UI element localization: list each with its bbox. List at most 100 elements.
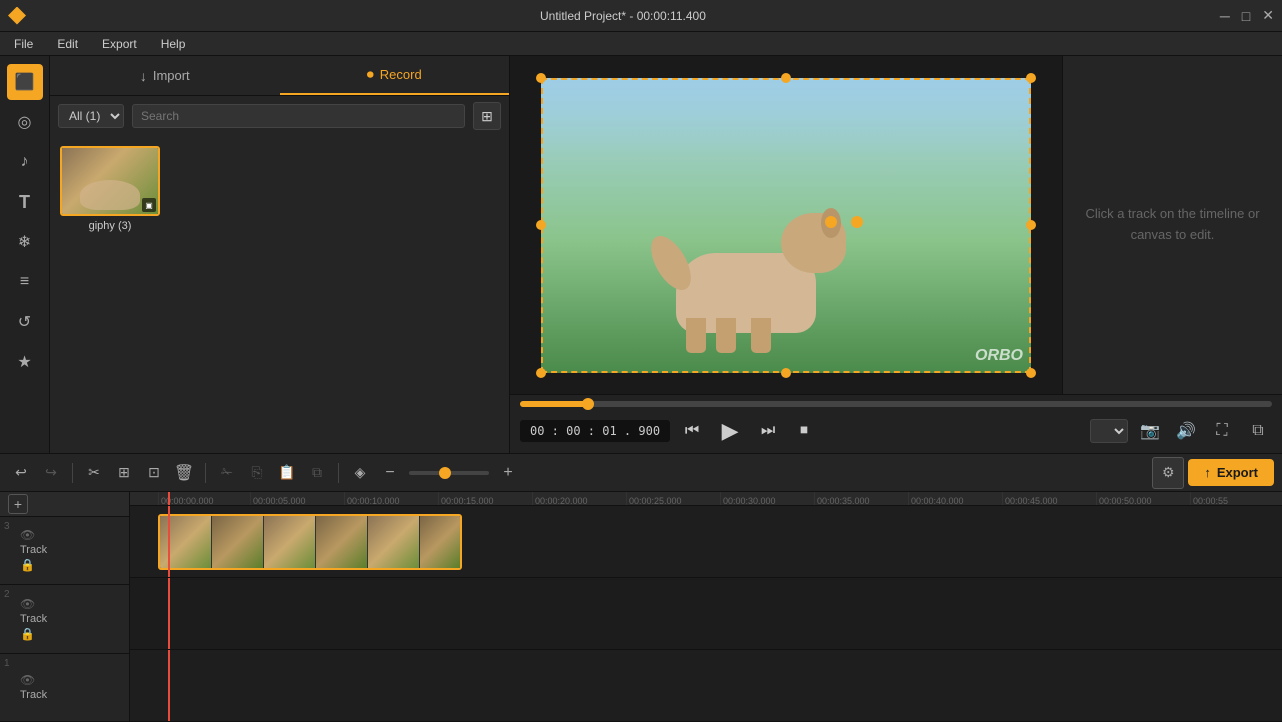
screenshot-button[interactable]: 📷: [1136, 417, 1164, 445]
split-button[interactable]: ⊞: [111, 460, 137, 486]
import-icon: ↓: [140, 68, 147, 84]
grid-view-button[interactable]: ⊞: [473, 102, 501, 130]
undo-button[interactable]: ↩: [8, 460, 34, 486]
media-thumbnail: ▣: [60, 146, 160, 216]
progress-fill: [520, 401, 588, 407]
sidebar-item-effects[interactable]: ◎: [7, 104, 43, 140]
sidebar-item-filters[interactable]: ≡: [7, 264, 43, 300]
menu-file[interactable]: File: [4, 35, 43, 53]
handle-bm[interactable]: [781, 368, 791, 378]
play-button[interactable]: ▶: [714, 415, 746, 447]
filter-dropdown[interactable]: All (1): [58, 104, 124, 128]
player-controls: 00 : 00 : 01 . 900 ⏮ ▶ ⏭ ⏹ Full 📷 🔊 ⛶ ⧉: [510, 394, 1282, 453]
watermark: ORBO: [975, 347, 1023, 365]
titlebar: Untitled Project* - 00:00:11.400 ─ □ ✕: [0, 0, 1282, 32]
copy-button[interactable]: ⎘: [244, 460, 270, 486]
ruler-mark-1: 00:00:05.000: [250, 492, 306, 505]
record-label: Record: [380, 67, 422, 82]
ruler-mark-2: 00:00:10.000: [344, 492, 400, 505]
media-panel: ↓ Import ⏺ Record All (1) ⊞: [50, 56, 510, 453]
timeline-track-labels: + 3 👁 Track 🔒 2 👁: [0, 492, 130, 722]
sidebar-item-media[interactable]: ⬛: [7, 64, 43, 100]
fullscreen-button[interactable]: ⛶: [1208, 417, 1236, 445]
canvas-wrap[interactable]: ORBO: [541, 78, 1031, 373]
sidebar-item-audio[interactable]: ♪: [7, 144, 43, 180]
search-input[interactable]: [132, 104, 465, 128]
minimize-button[interactable]: ─: [1220, 7, 1230, 24]
track-label-2: 2 👁 Track 🔒: [0, 585, 129, 654]
redo-button[interactable]: ↪: [38, 460, 64, 486]
track-row-2: [130, 578, 1282, 650]
media-item[interactable]: ▣ giphy (3): [60, 146, 160, 232]
track-3-lock-icon[interactable]: 🔒: [20, 558, 35, 572]
sidebar-item-elements[interactable]: ❄: [7, 224, 43, 260]
duplicate-button[interactable]: ⧉: [304, 460, 330, 486]
playhead[interactable]: [168, 492, 170, 505]
handle-ml[interactable]: [536, 220, 546, 230]
timeline-ruler-tracks: 00:00:00.000 00:00:05.000 00:00:10.000 0…: [130, 492, 1282, 722]
sidebar-item-templates[interactable]: ★: [7, 344, 43, 380]
add-track-button[interactable]: +: [8, 494, 28, 514]
track-row-1: [130, 650, 1282, 722]
menu-help[interactable]: Help: [151, 35, 196, 53]
track-3-visibility-icon[interactable]: 👁: [20, 528, 35, 542]
ruler[interactable]: 00:00:00.000 00:00:05.000 00:00:10.000 0…: [130, 492, 1282, 506]
time-display: 00 : 00 : 01 . 900: [520, 420, 670, 442]
trim-button[interactable]: ✂: [81, 460, 107, 486]
track-2-visibility-icon[interactable]: 👁: [20, 597, 35, 611]
tracks-area: [130, 506, 1282, 722]
split-view-button[interactable]: ⧉: [1244, 417, 1272, 445]
timeline-content: + 3 👁 Track 🔒 2 👁: [0, 492, 1282, 722]
menubar: File Edit Export Help: [0, 32, 1282, 56]
export-icon: ↑: [1204, 465, 1211, 480]
zoom-select[interactable]: Full: [1090, 419, 1128, 443]
import-tab[interactable]: ↓ Import: [50, 56, 280, 95]
track-1-visibility-icon[interactable]: 👁: [20, 673, 35, 687]
track-label-1: 1 👁 Track: [0, 654, 129, 722]
zoom-out-button[interactable]: −: [377, 460, 403, 486]
media-tabs: ↓ Import ⏺ Record: [50, 56, 509, 96]
ruler-mark-0: 00:00:00.000: [158, 492, 214, 505]
ruler-mark-7: 00:00:35.000: [814, 492, 870, 505]
track-3-name: Track: [20, 544, 121, 556]
ruler-mark-10: 00:00:50.000: [1096, 492, 1152, 505]
ruler-mark-3: 00:00:15.000: [438, 492, 494, 505]
media-content: ▣ giphy (3): [50, 136, 509, 453]
window-controls: ─ □ ✕: [1220, 7, 1274, 24]
track-header: +: [0, 492, 129, 517]
handle-bl[interactable]: [536, 368, 546, 378]
sidebar-item-text[interactable]: T: [7, 184, 43, 220]
audio-button[interactable]: 🔊: [1172, 417, 1200, 445]
zoom-slider[interactable]: [409, 471, 489, 475]
track-label-3: 3 👁 Track 🔒: [0, 517, 129, 586]
skip-back-button[interactable]: ⏮: [678, 417, 706, 445]
track-2-lock-icon[interactable]: 🔒: [20, 627, 35, 641]
properties-hint: Click a track on the timeline or canvas …: [1063, 184, 1282, 266]
menu-export[interactable]: Export: [92, 35, 147, 53]
delete-button[interactable]: 🗑: [171, 460, 197, 486]
stop-button[interactable]: ⏹: [790, 417, 818, 445]
zoom-in-button[interactable]: +: [495, 460, 521, 486]
cut-button[interactable]: ✁: [214, 460, 240, 486]
maximize-button[interactable]: □: [1242, 7, 1250, 24]
handle-br[interactable]: [1026, 368, 1036, 378]
record-tab[interactable]: ⏺ Record: [280, 56, 510, 95]
skip-forward-button[interactable]: ⏭: [754, 417, 782, 445]
handle-tm[interactable]: [781, 73, 791, 83]
eye-dots: [825, 216, 863, 228]
handle-tl[interactable]: [536, 73, 546, 83]
handle-tr[interactable]: [1026, 73, 1036, 83]
handle-mr[interactable]: [1026, 220, 1036, 230]
paste-button[interactable]: 📋: [274, 460, 300, 486]
preview-properties: ORBO Click a track on: [510, 56, 1282, 453]
settings-button[interactable]: ⚙: [1152, 457, 1184, 489]
video-clip[interactable]: [158, 514, 462, 570]
menu-edit[interactable]: Edit: [47, 35, 88, 53]
marker-button[interactable]: ◈: [347, 460, 373, 486]
progress-bar[interactable]: [520, 401, 1272, 407]
track-row-3: [130, 506, 1282, 578]
sidebar-item-motion[interactable]: ↺: [7, 304, 43, 340]
export-button[interactable]: ↑ Export: [1188, 459, 1274, 486]
crop-button[interactable]: ⊡: [141, 460, 167, 486]
close-button[interactable]: ✕: [1262, 7, 1274, 24]
